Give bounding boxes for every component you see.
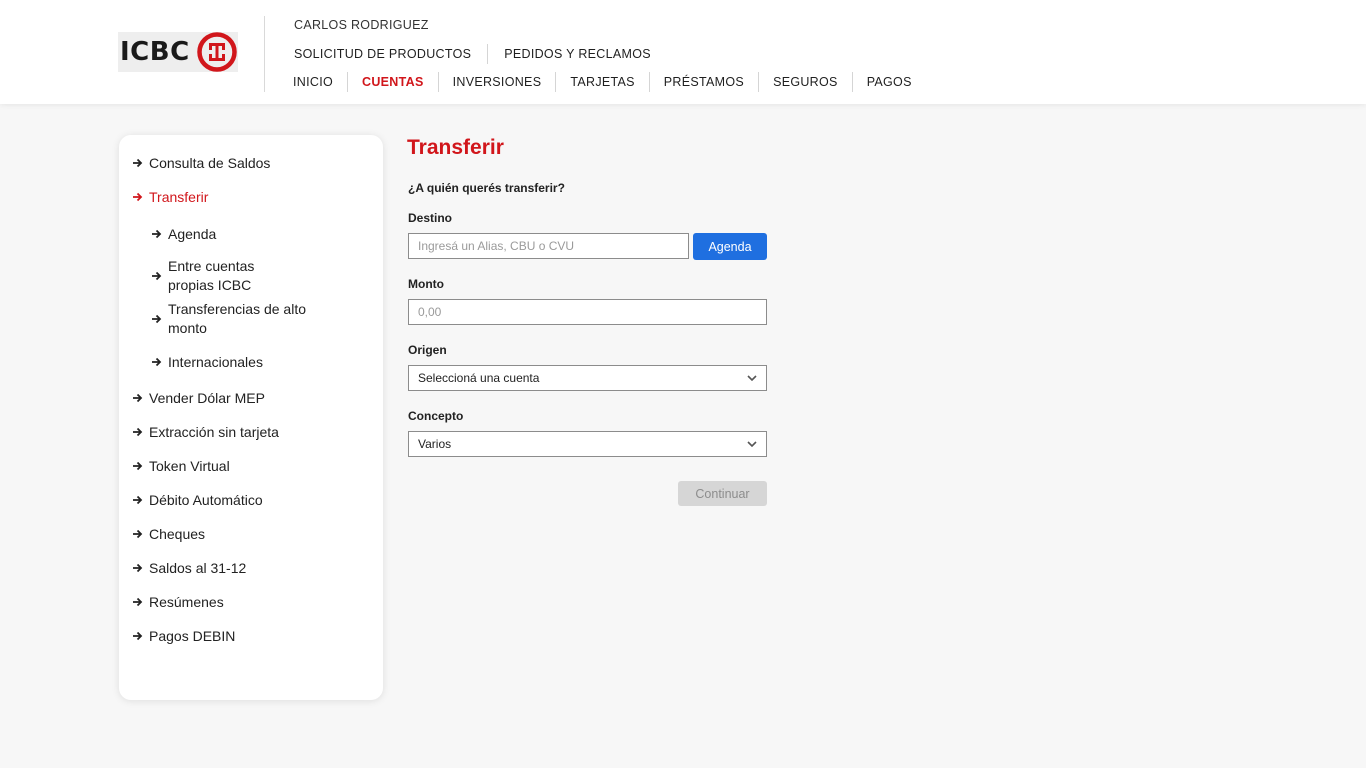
icbc-logo[interactable]: ICBC: [118, 32, 238, 72]
sidebar-item-label: Pagos DEBIN: [149, 628, 236, 644]
top-links: SOLICITUD DE PRODUCTOS PEDIDOS Y RECLAMO…: [294, 44, 651, 64]
sidebar-item-label: Token Virtual: [149, 458, 230, 474]
username[interactable]: CARLOS RODRIGUEZ: [294, 18, 429, 32]
sidebar-item-label-line: propias ICBC: [168, 277, 252, 293]
chevron-down-icon: [747, 441, 757, 447]
sidebar-subitem-internacionales[interactable]: Internacionales: [152, 354, 263, 370]
origen-select[interactable]: Seleccioná una cuenta: [408, 365, 767, 391]
arrow-right-icon: [133, 158, 143, 168]
logo-text: ICBC: [120, 37, 190, 67]
arrow-right-icon: [152, 271, 162, 281]
sidebar-item-label: Transferir: [149, 189, 209, 205]
chevron-down-icon: [747, 375, 757, 381]
divider: [487, 44, 489, 64]
sidebar-item-label: Internacionales: [168, 354, 263, 370]
sidebar-menu: Consulta de Saldos Transferir Agenda Ent…: [119, 135, 383, 700]
arrow-right-icon: [133, 529, 143, 539]
origen-selected-value: Seleccioná una cuenta: [418, 371, 540, 385]
nav-tarjetas[interactable]: TARJETAS: [556, 72, 648, 92]
arrow-right-icon: [133, 427, 143, 437]
sidebar-item-pagos-debin[interactable]: Pagos DEBIN: [133, 628, 235, 644]
continue-button[interactable]: Continuar: [678, 481, 767, 506]
link-solicitud-de-productos[interactable]: SOLICITUD DE PRODUCTOS: [294, 47, 471, 61]
arrow-right-icon: [133, 393, 143, 403]
arrow-right-icon: [133, 192, 143, 202]
sidebar-item-label-line: Transferencias de alto: [168, 301, 306, 317]
sidebar-item-label: Cheques: [149, 526, 206, 542]
sidebar-item-debito-automatico[interactable]: Débito Automático: [133, 492, 263, 508]
arrow-right-icon: [133, 563, 143, 573]
destino-label: Destino: [408, 211, 453, 225]
sidebar-item-vender-dolar-mep[interactable]: Vender Dólar MEP: [133, 390, 265, 406]
nav-cuentas[interactable]: CUENTAS: [348, 72, 438, 92]
nav-seguros[interactable]: SEGUROS: [759, 72, 852, 92]
sidebar-item-label: Saldos al 31-12: [149, 560, 247, 576]
agenda-button[interactable]: Agenda: [693, 233, 767, 260]
monto-input[interactable]: [408, 299, 767, 325]
page-title: Transferir: [407, 136, 504, 159]
sidebar-item-resumenes[interactable]: Resúmenes: [133, 594, 224, 610]
sidebar-item-transferir[interactable]: Transferir: [133, 189, 208, 205]
sidebar-item-cheques[interactable]: Cheques: [133, 526, 205, 542]
icbc-emblem-icon: [197, 32, 237, 72]
arrow-right-icon: [152, 229, 162, 239]
concepto-select[interactable]: Varios: [408, 431, 767, 457]
nav-prestamos[interactable]: PRÉSTAMOS: [650, 72, 758, 92]
arrow-right-icon: [133, 631, 143, 641]
monto-label: Monto: [408, 277, 444, 291]
arrow-right-icon: [133, 597, 143, 607]
arrow-right-icon: [133, 495, 143, 505]
sidebar-item-label: Agenda: [168, 226, 217, 242]
sidebar-item-label: Resúmenes: [149, 594, 224, 610]
sidebar-item-consulta-de-saldos[interactable]: Consulta de Saldos: [133, 155, 270, 171]
nav-pagos[interactable]: PAGOS: [853, 72, 926, 92]
link-pedidos-y-reclamos[interactable]: PEDIDOS Y RECLAMOS: [504, 47, 651, 61]
sidebar-item-token-virtual[interactable]: Token Virtual: [133, 458, 230, 474]
destino-input[interactable]: [408, 233, 689, 259]
sidebar-item-label-line: Entre cuentas: [168, 258, 255, 274]
header: ICBC CARLOS RODRIGUEZ SOLICITUD DE PRODU…: [0, 0, 1366, 104]
sidebar-item-label: Vender Dólar MEP: [149, 390, 265, 406]
header-divider: [264, 16, 265, 92]
nav-inicio[interactable]: INICIO: [279, 72, 347, 92]
sidebar-item-label: Extracción sin tarjeta: [149, 424, 279, 440]
sidebar-item-saldos-al-31-12[interactable]: Saldos al 31-12: [133, 560, 246, 576]
concepto-label: Concepto: [408, 409, 464, 423]
arrow-right-icon: [152, 357, 162, 367]
sidebar-item-label: Entre cuentas propias ICBC: [168, 257, 254, 295]
sidebar-subitem-agenda[interactable]: Agenda: [152, 226, 216, 242]
arrow-right-icon: [152, 314, 162, 324]
origen-label: Origen: [408, 343, 447, 357]
concepto-selected-value: Varios: [418, 437, 452, 451]
sidebar-subitem-transferencias-alto-monto[interactable]: Transferencias de alto monto: [152, 300, 306, 338]
sidebar-item-extraccion-sin-tarjeta[interactable]: Extracción sin tarjeta: [133, 424, 279, 440]
form-question: ¿A quién querés transferir?: [408, 181, 565, 195]
sidebar-item-label: Transferencias de alto monto: [168, 300, 306, 338]
nav-inversiones[interactable]: INVERSIONES: [439, 72, 556, 92]
sidebar-item-label: Consulta de Saldos: [149, 155, 271, 171]
main-nav: INICIO CUENTAS INVERSIONES TARJETAS PRÉS…: [279, 72, 926, 92]
sidebar-item-label-line: monto: [168, 320, 207, 336]
sidebar-subitem-entre-cuentas-propias[interactable]: Entre cuentas propias ICBC: [152, 257, 254, 295]
sidebar-item-label: Débito Automático: [149, 492, 263, 508]
arrow-right-icon: [133, 461, 143, 471]
